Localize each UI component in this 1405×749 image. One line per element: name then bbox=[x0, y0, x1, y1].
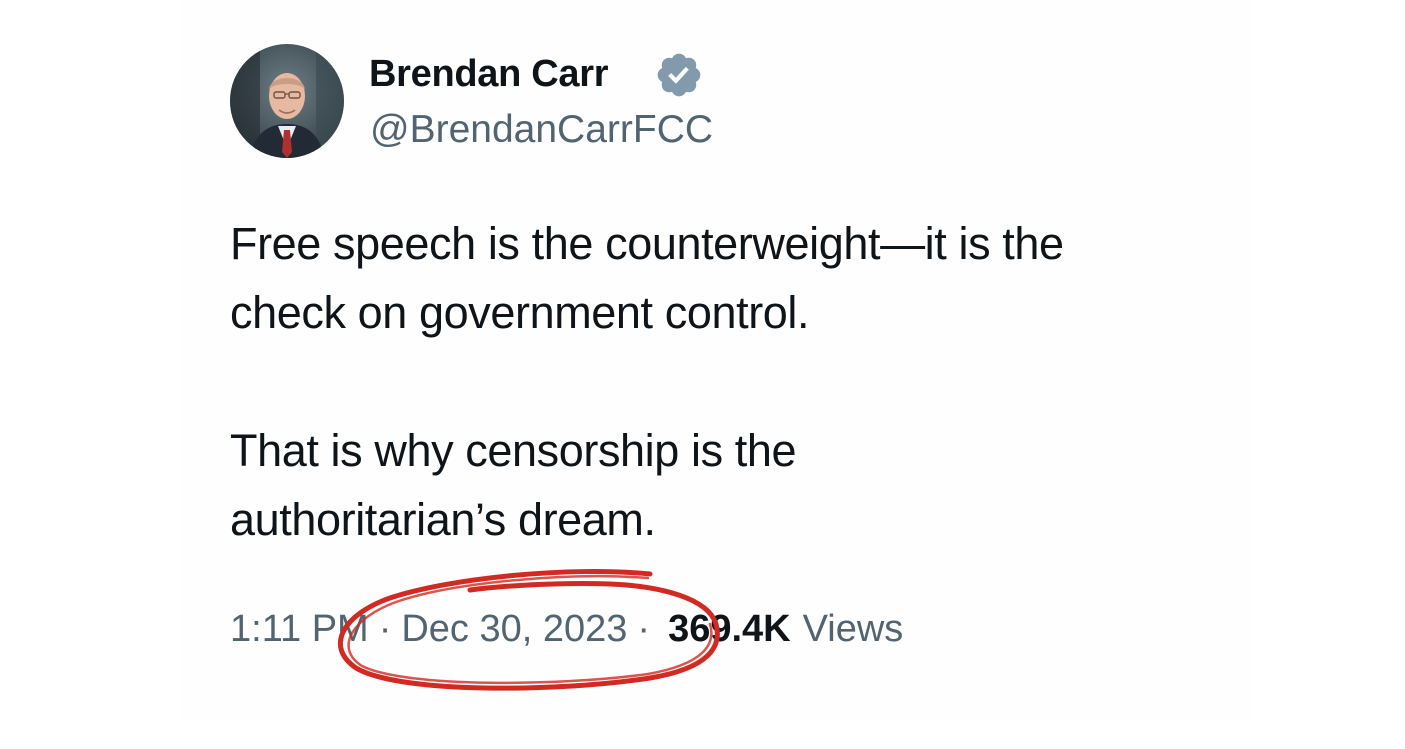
tweet-date[interactable]: Dec 30, 2023 bbox=[401, 604, 627, 654]
author-display-name[interactable]: Brendan Carr bbox=[369, 52, 609, 96]
tweet-paragraph: That is why censorship is the authoritar… bbox=[230, 425, 797, 545]
tweet-text: Free speech is the counterweight—it is t… bbox=[230, 209, 1230, 554]
separator: · bbox=[378, 608, 392, 650]
tweet-time[interactable]: 1:11 PM bbox=[230, 604, 369, 654]
avatar-photo bbox=[230, 44, 344, 158]
author-handle[interactable]: @BrendanCarrFCC bbox=[370, 108, 713, 152]
tweet-paragraph: Free speech is the counterweight—it is t… bbox=[230, 218, 1064, 338]
verified-badge-icon bbox=[654, 50, 704, 100]
separator: · bbox=[637, 608, 651, 650]
views-label[interactable]: Views bbox=[803, 604, 904, 654]
tweet-meta: 1:11 PM · Dec 30, 2023 · 369.4K Views bbox=[230, 604, 903, 654]
avatar[interactable] bbox=[230, 44, 344, 158]
views-count: 369.4K bbox=[668, 608, 791, 650]
